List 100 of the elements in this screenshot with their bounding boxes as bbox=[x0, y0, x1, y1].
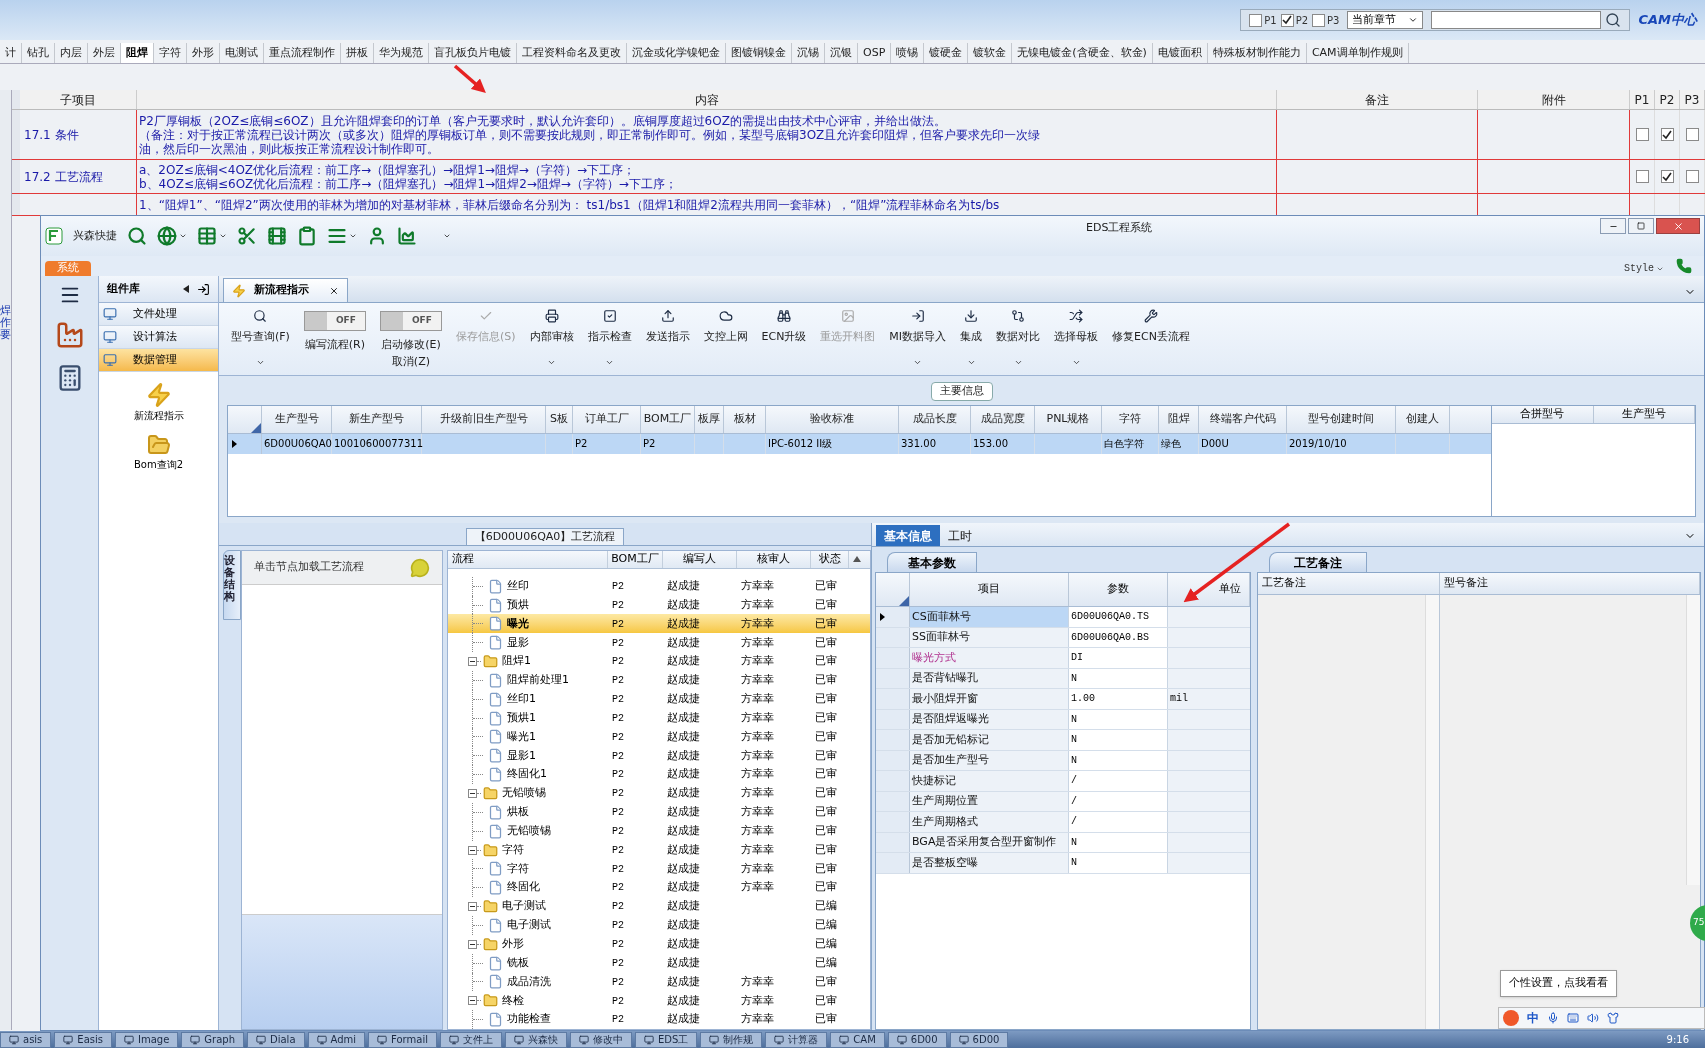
document-tab[interactable]: 新流程指示 bbox=[223, 278, 348, 302]
search-icon[interactable] bbox=[1605, 12, 1622, 28]
tree-row[interactable]: 丝印1 P2 赵成捷 方幸幸 已审 bbox=[448, 689, 870, 709]
collapse-icon[interactable] bbox=[468, 845, 477, 855]
chapter-tab[interactable]: 沉金或化学镍钯金 bbox=[627, 43, 726, 63]
collapse-icon[interactable] bbox=[468, 996, 477, 1006]
table-row[interactable]: 是否加无铅标记 N bbox=[876, 730, 1250, 751]
chapter-tab[interactable]: 内层 bbox=[55, 43, 88, 63]
table-row[interactable]: 生产周期位置 / bbox=[876, 791, 1250, 812]
chapter-tab[interactable]: 计 bbox=[0, 43, 22, 63]
tree-row[interactable]: 曝光 P2 赵成捷 方幸幸 已审 bbox=[448, 614, 870, 634]
nav-item[interactable]: 设计算法 bbox=[99, 326, 218, 349]
list-icon[interactable] bbox=[327, 226, 347, 246]
chapter-tab[interactable]: 特殊板材制作能力 bbox=[1207, 43, 1307, 63]
taskbar-item[interactable]: CAM bbox=[830, 1031, 885, 1048]
ribbon-button[interactable]: 发送指示 bbox=[641, 309, 694, 371]
mic-icon[interactable] bbox=[1547, 1012, 1559, 1024]
cancel-button[interactable]: 取消(Z) bbox=[391, 353, 430, 370]
table-row[interactable]: 是否阻焊返曝光 N bbox=[876, 709, 1250, 730]
collapse-icon[interactable] bbox=[183, 285, 189, 293]
chapter-tab[interactable]: 钻孔 bbox=[22, 43, 55, 63]
chapter-tab[interactable]: 镀软金 bbox=[968, 43, 1013, 63]
tree-row[interactable]: 显影 P2 赵成捷 方幸幸 已审 bbox=[448, 633, 870, 653]
collapse-icon[interactable] bbox=[468, 939, 477, 949]
ribbon-button[interactable]: MI数据导入 bbox=[885, 309, 951, 371]
skin-icon[interactable] bbox=[1607, 1012, 1619, 1024]
table-row[interactable]: 是否整板空曝 N bbox=[876, 853, 1250, 874]
chapter-tab[interactable]: 无镍电镀金(含硬金、软金) bbox=[1012, 43, 1153, 63]
tree-row[interactable]: 丝印 P2 赵成捷 方幸幸 已审 bbox=[448, 576, 870, 596]
scissors-icon[interactable] bbox=[237, 226, 257, 246]
table-icon[interactable] bbox=[197, 226, 217, 246]
chapter-tab[interactable]: OSP bbox=[858, 43, 892, 63]
ribbon-button[interactable]: 内部审核 bbox=[525, 309, 578, 371]
chapter-tab[interactable]: 沉银 bbox=[825, 43, 858, 63]
chapter-tab[interactable]: 喷锡 bbox=[891, 43, 925, 63]
film-icon[interactable] bbox=[267, 226, 287, 246]
tree-row[interactable]: 烘板 P2 赵成捷 方幸幸 已审 bbox=[448, 802, 870, 822]
taskbar-item[interactable]: 修改中 bbox=[569, 1031, 632, 1048]
checkbox[interactable] bbox=[1312, 13, 1326, 27]
tree-row[interactable]: 无铅喷锡 P2 赵成捷 方幸幸 已审 bbox=[448, 784, 870, 803]
chapter-tab[interactable]: 阻焊 bbox=[121, 43, 154, 63]
chapter-tab[interactable]: 图镀铜镍金 bbox=[726, 43, 792, 63]
table-row[interactable]: BGA是否采用复合型开窗制作 N bbox=[876, 832, 1250, 853]
tree-row[interactable]: 无铅喷锡 P2 赵成捷 方幸幸 已审 bbox=[448, 821, 870, 841]
search-icon[interactable] bbox=[127, 226, 147, 246]
toggle-switch[interactable]: OFF bbox=[379, 311, 442, 331]
caret-icon[interactable] bbox=[443, 232, 451, 240]
caret-icon[interactable] bbox=[349, 232, 357, 240]
chapter-tab[interactable]: 盲孔板负片电镀 bbox=[429, 43, 517, 63]
tree-row[interactable]: 终固化1 P2 赵成捷 方幸幸 已审 bbox=[448, 765, 870, 785]
tab[interactable]: 基本信息 bbox=[876, 525, 940, 546]
tree-row[interactable]: 电子测试 P2 赵成捷 已编 bbox=[448, 897, 870, 916]
taskbar-item[interactable]: Image bbox=[115, 1031, 179, 1048]
chart-icon[interactable] bbox=[397, 226, 417, 246]
tree-row[interactable]: 阻焊1 P2 赵成捷 方幸幸 已审 bbox=[448, 652, 870, 671]
user-icon[interactable] bbox=[367, 226, 387, 246]
globe-icon[interactable] bbox=[157, 226, 177, 246]
minimize-button[interactable] bbox=[1600, 218, 1626, 234]
tree-row[interactable]: 阻焊前处理1 P2 赵成捷 方幸幸 已审 bbox=[448, 671, 870, 690]
taskbar-item[interactable]: 计算器 bbox=[765, 1031, 828, 1048]
tab[interactable]: 基本参数 bbox=[887, 552, 977, 572]
chapter-tab[interactable]: 拼板 bbox=[341, 43, 374, 63]
taskbar-item[interactable]: Formail bbox=[368, 1031, 437, 1048]
tab[interactable]: 工时 bbox=[940, 525, 980, 546]
checkbox[interactable] bbox=[1685, 170, 1699, 183]
speaker-icon[interactable] bbox=[1587, 1012, 1599, 1024]
checkbox[interactable] bbox=[1249, 13, 1263, 27]
table-row[interactable]: 是否背钻曝孔 N bbox=[876, 668, 1250, 689]
chapter-tab[interactable]: CAM调单制作规则 bbox=[1306, 43, 1409, 63]
chapter-tab[interactable]: 重点流程制作 bbox=[264, 43, 341, 63]
taskbar-item[interactable]: 兴森快 bbox=[504, 1031, 567, 1048]
ribbon-button[interactable]: 修复ECN丢流程 bbox=[1108, 309, 1194, 371]
ribbon-button[interactable]: ECN升级 bbox=[757, 309, 811, 371]
chapter-tab[interactable]: 沉锡 bbox=[792, 43, 825, 63]
taskbar-item[interactable]: 文件上 bbox=[439, 1031, 502, 1048]
checkbox[interactable] bbox=[1635, 128, 1649, 141]
tree-row[interactable]: 电子测试 P2 赵成捷 已编 bbox=[448, 916, 870, 935]
chapter-tab[interactable]: 外形 bbox=[187, 43, 220, 63]
table-row[interactable]: 是否加生产型号 N bbox=[876, 750, 1250, 771]
table-row[interactable]: 生产周期格式 / bbox=[876, 812, 1250, 833]
tab[interactable]: 工艺备注 bbox=[1269, 552, 1367, 572]
table-row[interactable]: 快捷标记 / bbox=[876, 771, 1250, 792]
chapter-tab[interactable]: 镀硬金 bbox=[924, 43, 969, 63]
side-tab[interactable]: 设备结构 bbox=[223, 550, 241, 620]
table-row[interactable]: SS面菲林号 6D00U06QA0.BS bbox=[876, 627, 1250, 648]
taskbar-item[interactable]: Easis bbox=[54, 1031, 112, 1048]
tree-row[interactable]: 终固化 P2 赵成捷 方幸幸 已审 bbox=[448, 878, 870, 898]
tree-row[interactable]: 字符 P2 赵成捷 方幸幸 已审 bbox=[448, 859, 870, 879]
taskbar-item[interactable]: asis bbox=[0, 1031, 52, 1048]
nav-item[interactable]: 数据管理 bbox=[99, 349, 218, 372]
table-row[interactable]: CS面菲林号 6D00U06QA0.TS bbox=[876, 607, 1250, 628]
tree-row[interactable]: 铣板 P2 赵成捷 已编 bbox=[448, 953, 870, 973]
checkbox[interactable] bbox=[1660, 128, 1674, 141]
checkbox[interactable] bbox=[1660, 170, 1674, 183]
nav-item[interactable]: 文件处理 bbox=[99, 303, 218, 326]
collapse-icon[interactable] bbox=[468, 789, 477, 798]
checkbox[interactable] bbox=[1685, 128, 1699, 141]
tool-button[interactable]: Bom查询2 bbox=[133, 433, 184, 472]
chapter-tab[interactable]: 工程资料命名及更改 bbox=[517, 43, 627, 63]
ribbon-button[interactable]: 数据对比 bbox=[992, 309, 1045, 371]
